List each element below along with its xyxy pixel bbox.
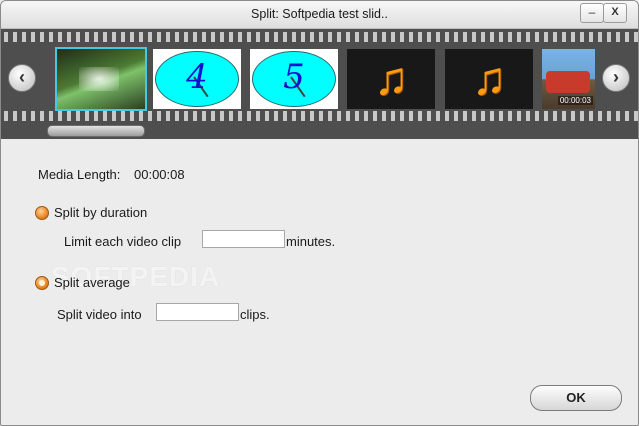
- scroll-left-button[interactable]: ‹: [8, 64, 36, 92]
- film-perforation-bottom: [1, 111, 638, 121]
- thumbnail-audio-2[interactable]: ♫: [445, 49, 533, 109]
- music-note-icon: ♫: [373, 52, 409, 104]
- scroll-right-button[interactable]: ›: [602, 64, 630, 92]
- limit-clip-label: Limit each video clip: [64, 234, 182, 249]
- ok-button[interactable]: OK: [530, 385, 622, 411]
- clip-minutes-input[interactable]: [202, 230, 285, 248]
- music-note-icon: ♫: [471, 52, 507, 104]
- title-bar[interactable]: Split: Softpedia test slid.. – X: [1, 1, 638, 29]
- countdown-digit: 5: [283, 57, 305, 97]
- film-perforation-top: [1, 32, 638, 42]
- split-by-duration-label[interactable]: Split by duration: [54, 205, 147, 220]
- split-dialog-window: Split: Softpedia test slid.. – X ‹ 4 5 ♫…: [0, 0, 639, 426]
- split-average-radio[interactable]: [35, 276, 49, 290]
- countdown-digit: 4: [186, 57, 208, 97]
- thumbnail-van-video[interactable]: 00:00:03: [542, 49, 595, 109]
- thumbnail-filmstrip: ‹ 4 5 ♫ ♫ 00:00:03 ›: [1, 29, 638, 139]
- minutes-unit-label: minutes.: [286, 234, 336, 249]
- split-average-label[interactable]: Split average: [54, 275, 130, 290]
- thumbnail-countdown-5[interactable]: 5: [250, 49, 338, 109]
- media-length-label: Media Length:: [38, 167, 121, 182]
- split-into-label: Split video into: [57, 307, 142, 322]
- forest-light-graphic: [79, 67, 119, 91]
- minimize-button[interactable]: –: [580, 3, 604, 23]
- filmstrip-scrollbar-thumb[interactable]: [47, 125, 145, 137]
- window-title: Split: Softpedia test slid..: [251, 7, 388, 21]
- thumbnail-audio-1[interactable]: ♫: [347, 49, 435, 109]
- split-by-duration-radio[interactable]: [35, 206, 49, 220]
- van-graphic: [546, 71, 590, 93]
- thumbnail-countdown-4[interactable]: 4: [153, 49, 241, 109]
- split-options-panel: Media Length: 00:00:08 Split by duration…: [1, 139, 638, 425]
- clip-count-input[interactable]: [156, 303, 239, 321]
- thumbnail-timestamp: 00:00:03: [557, 96, 593, 105]
- thumbnail-forest-video[interactable]: [55, 47, 147, 111]
- clips-unit-label: clips.: [240, 307, 270, 322]
- close-button[interactable]: X: [603, 3, 627, 23]
- media-length-value: 00:00:08: [134, 167, 185, 182]
